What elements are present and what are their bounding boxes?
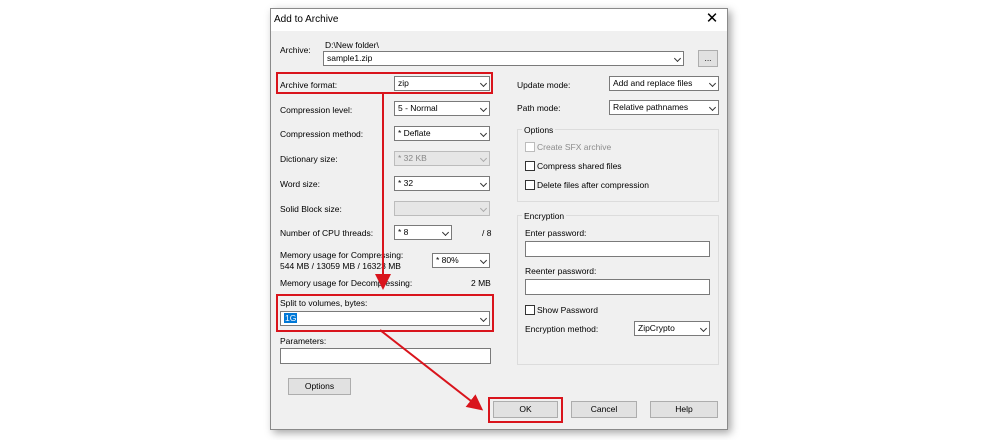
memory-decompress-label: Memory usage for Decompressing: [280,278,413,288]
path-mode-select[interactable]: Relative pathnames [609,100,719,115]
dictionary-size-select: * 32 KB [394,151,490,166]
compression-level-label: Compression level: [280,105,353,115]
options-button[interactable]: Options [288,378,351,395]
title-bar [271,9,727,31]
memory-compress-select[interactable]: * 80% [432,253,490,268]
enter-password-input[interactable] [525,241,710,257]
memory-compress-label: Memory usage for Compressing: [280,250,404,260]
archive-label: Archive: [280,45,311,55]
chevron-down-icon [479,179,488,188]
delete-after-checkbox[interactable] [525,180,535,190]
encryption-method-select[interactable]: ZipCrypto [634,321,710,336]
show-password-label: Show Password [537,305,598,315]
compression-method-select[interactable]: * Deflate [394,126,490,141]
update-mode-value: Add and replace files [613,78,693,88]
word-size-select[interactable]: * 32 [394,176,490,191]
archive-format-highlight [276,72,493,94]
add-to-archive-dialog: Add to Archive ✕ Archive: D:\New folder\… [270,8,728,430]
word-size-value: * 32 [398,178,414,188]
compression-method-label: Compression method: [280,129,364,139]
cpu-threads-select[interactable]: * 8 [394,225,452,240]
chevron-down-icon [479,204,488,213]
chevron-down-icon [479,256,488,265]
cpu-threads-max: / 8 [482,228,492,238]
chevron-down-icon [708,79,717,88]
update-mode-label: Update mode: [517,80,571,90]
memory-decompress-value: 2 MB [471,278,491,288]
dictionary-size-value: * 32 KB [398,153,427,163]
enter-password-label: Enter password: [525,228,587,238]
update-mode-select[interactable]: Add and replace files [609,76,719,91]
chevron-down-icon [441,228,450,237]
encryption-method-value: ZipCrypto [638,323,675,333]
cancel-button[interactable]: Cancel [571,401,637,418]
split-volumes-highlight [276,294,494,332]
delete-after-label: Delete files after compression [537,180,649,190]
parameters-input[interactable] [280,348,491,364]
compression-level-value: 5 - Normal [398,103,438,113]
chevron-down-icon [479,104,488,113]
chevron-down-icon [708,103,717,112]
memory-compress-detail: 544 MB / 13059 MB / 16323 MB [280,261,401,271]
create-sfx-checkbox [525,142,535,152]
cpu-threads-value: * 8 [398,227,409,237]
path-mode-label: Path mode: [517,103,561,113]
solid-block-size-select [394,201,490,216]
compress-shared-checkbox[interactable] [525,161,535,171]
archive-filename-combo[interactable]: sample1.zip [323,51,684,66]
ok-button-highlight [488,397,563,423]
create-sfx-label: Create SFX archive [537,142,612,152]
compression-method-value: * Deflate [398,128,431,138]
dictionary-size-label: Dictionary size: [280,154,338,164]
reenter-password-input[interactable] [525,279,710,295]
word-size-label: Word size: [280,179,320,189]
archive-filename-value: sample1.zip [327,53,373,63]
chevron-down-icon [479,129,488,138]
close-icon[interactable]: ✕ [703,10,721,28]
chevron-down-icon [699,324,708,333]
encryption-group-title: Encryption [522,211,567,221]
browse-button[interactable]: ... [698,50,718,67]
archive-path: D:\New folder\ [325,40,379,50]
options-group-title: Options [522,125,556,135]
solid-block-size-label: Solid Block size: [280,204,342,214]
help-button[interactable]: Help [650,401,718,418]
chevron-down-icon [479,154,488,163]
compression-level-select[interactable]: 5 - Normal [394,101,490,116]
memory-compress-value: * 80% [436,255,459,265]
cpu-threads-label: Number of CPU threads: [280,228,374,238]
encryption-method-label: Encryption method: [525,324,599,334]
show-password-checkbox[interactable] [525,305,535,315]
chevron-down-icon [673,54,682,63]
reenter-password-label: Reenter password: [525,266,597,276]
dialog-title: Add to Archive [274,14,339,25]
path-mode-value: Relative pathnames [613,102,689,112]
parameters-label: Parameters: [280,336,327,346]
compress-shared-label: Compress shared files [537,161,622,171]
